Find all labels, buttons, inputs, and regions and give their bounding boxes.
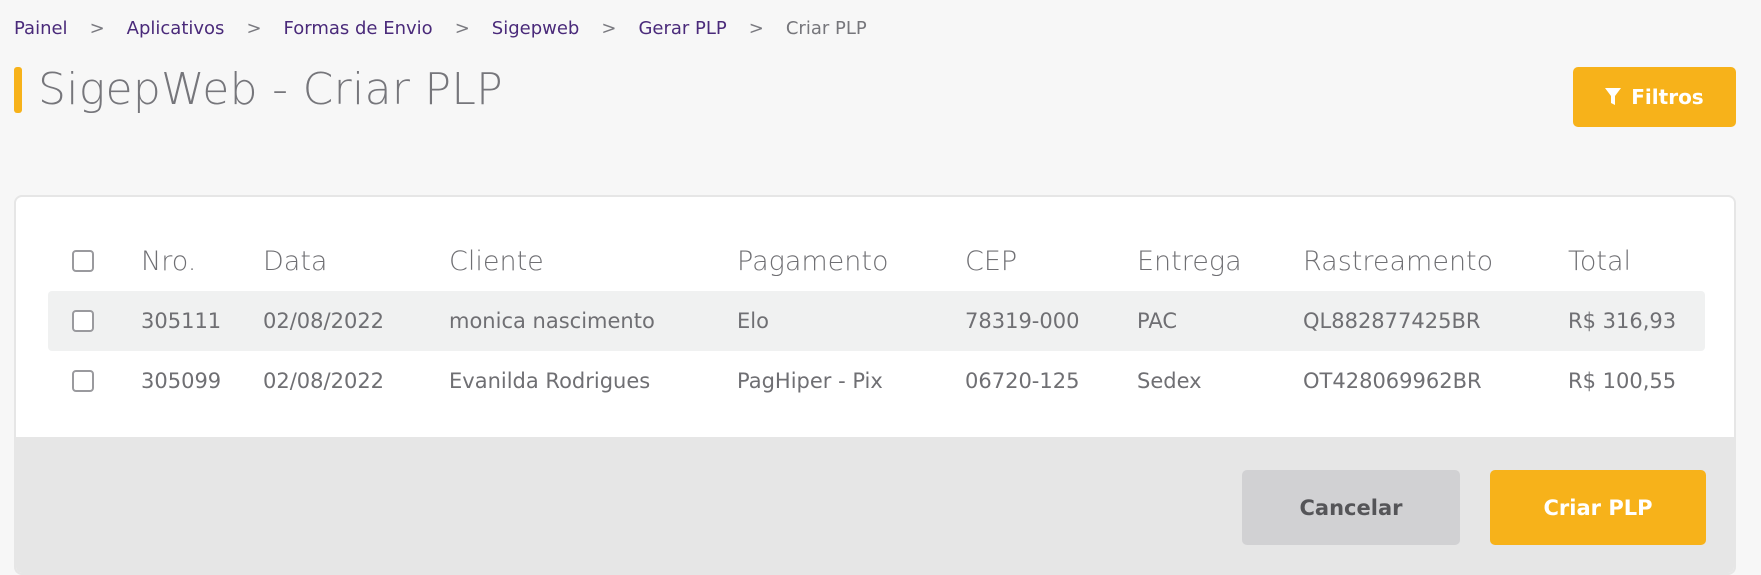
select-all-checkbox[interactable] — [72, 250, 94, 272]
cell-total: R$ 100,55 — [1568, 369, 1677, 393]
cell-data: 02/08/2022 — [263, 309, 385, 333]
cell-rastreamento: QL882877425BR — [1303, 309, 1481, 333]
breadcrumb-separator: > — [601, 18, 617, 39]
create-plp-button[interactable]: Criar PLP — [1490, 470, 1706, 545]
header-rastreamento: Rastreamento — [1303, 245, 1494, 277]
cell-entrega: Sedex — [1137, 369, 1202, 393]
filters-button-label: Filtros — [1631, 85, 1704, 109]
breadcrumb-current: Criar PLP — [785, 18, 867, 39]
breadcrumb-painel[interactable]: Painel — [14, 17, 68, 41]
cell-nro: 305099 — [141, 369, 222, 393]
cell-pagamento: PagHiper - Pix — [737, 369, 883, 393]
title-accent-bar — [14, 66, 22, 113]
page-header: SigepWeb - Criar PLP — [14, 64, 503, 115]
breadcrumb-separator: > — [748, 18, 764, 39]
filters-button[interactable]: Filtros — [1573, 67, 1736, 127]
cell-total: R$ 316,93 — [1568, 309, 1677, 333]
row-checkbox[interactable] — [72, 310, 94, 332]
cell-pagamento: Elo — [737, 309, 769, 333]
card-footer: Cancelar Criar PLP — [16, 437, 1734, 573]
page-title: SigepWeb - Criar PLP — [38, 64, 503, 115]
header-cep: CEP — [965, 245, 1018, 277]
table-header: Nro. Data Cliente Pagamento CEP Entrega … — [48, 231, 1705, 291]
cell-cep: 06720-125 — [965, 369, 1080, 393]
filter-icon — [1605, 88, 1622, 105]
breadcrumb: Painel > Aplicativos > Formas de Envio >… — [14, 17, 867, 41]
header-data: Data — [263, 245, 328, 277]
header-nro: Nro. — [141, 245, 197, 277]
cell-entrega: PAC — [1137, 309, 1177, 333]
cell-rastreamento: OT428069962BR — [1303, 369, 1482, 393]
cell-cep: 78319-000 — [965, 309, 1080, 333]
cell-cliente: Evanilda Rodrigues — [449, 369, 651, 393]
header-entrega: Entrega — [1137, 245, 1242, 277]
row-checkbox[interactable] — [72, 370, 94, 392]
breadcrumb-aplicativos[interactable]: Aplicativos — [127, 17, 225, 41]
breadcrumb-gerar-plp[interactable]: Gerar PLP — [638, 17, 726, 41]
cell-cliente: monica nascimento — [449, 309, 655, 333]
breadcrumb-separator: > — [454, 18, 470, 39]
table-row[interactable]: 305111 02/08/2022 monica nascimento Elo … — [48, 291, 1705, 351]
orders-table: Nro. Data Cliente Pagamento CEP Entrega … — [48, 231, 1705, 411]
breadcrumb-sigepweb[interactable]: Sigepweb — [492, 17, 580, 41]
cancel-button[interactable]: Cancelar — [1242, 470, 1460, 545]
table-row[interactable]: 305099 02/08/2022 Evanilda Rodrigues Pag… — [48, 351, 1705, 411]
plp-card: Nro. Data Cliente Pagamento CEP Entrega … — [14, 195, 1736, 575]
header-total: Total — [1568, 245, 1632, 277]
breadcrumb-separator: > — [89, 18, 105, 39]
cell-data: 02/08/2022 — [263, 369, 385, 393]
header-cliente: Cliente — [449, 245, 544, 277]
breadcrumb-separator: > — [246, 18, 262, 39]
header-pagamento: Pagamento — [737, 245, 889, 277]
breadcrumb-formas-de-envio[interactable]: Formas de Envio — [284, 17, 433, 41]
cell-nro: 305111 — [141, 309, 222, 333]
